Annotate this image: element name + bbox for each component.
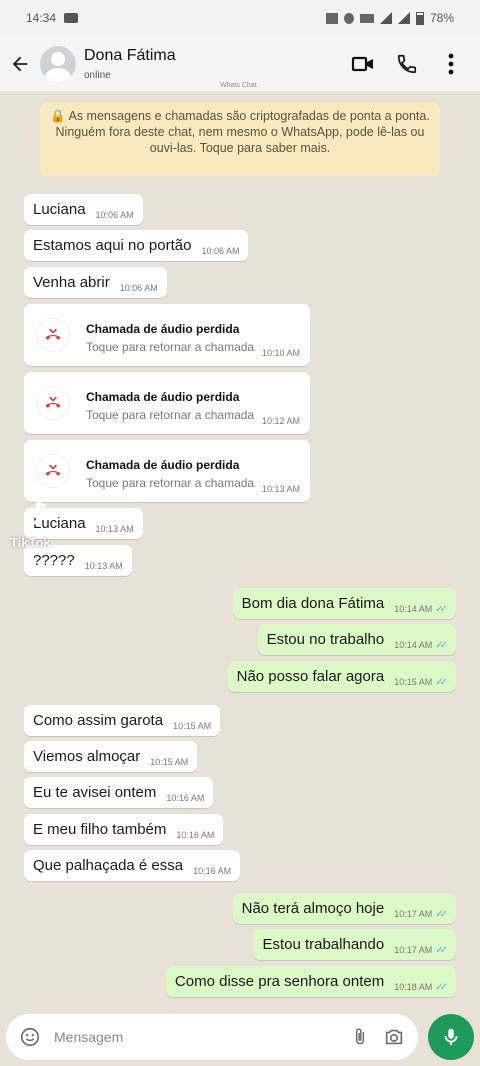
mic-icon[interactable] <box>428 1014 474 1060</box>
message-bubble[interactable]: Que palhaçada é essa 10:16 AM <box>24 850 241 881</box>
message-bubble[interactable]: Como assim garota 10:15 AM <box>24 705 221 736</box>
message-bubble[interactable]: Luciana 10:06 AM <box>24 194 143 225</box>
message-text: Luciana <box>33 201 86 218</box>
call-title: Chamada de áudio perdida <box>86 322 240 336</box>
message-time: 10:16 AM <box>193 866 232 876</box>
screen-record-icon <box>64 13 79 23</box>
emoji-icon[interactable] <box>18 1025 42 1049</box>
message-text: Que palhaçada é essa <box>33 857 184 874</box>
message-time: 10:06 AM <box>119 283 158 293</box>
message-bubble[interactable]: Viemos almoçar 10:15 AM <box>24 741 198 772</box>
message-time: 10:06 AM <box>95 210 134 220</box>
tiktok-label: TikTok <box>10 535 51 550</box>
read-receipt-icon: ✓✓ <box>435 908 448 920</box>
call-title: Chamada de áudio perdida <box>86 390 240 404</box>
tiktok-logo-icon <box>26 499 47 525</box>
attach-icon[interactable] <box>348 1025 372 1049</box>
message-text: Venha abrir <box>33 274 110 291</box>
contact-status: online <box>84 69 111 81</box>
call-subtitle: Toque para retornar a chamada <box>86 340 255 354</box>
status-time: 14:34 <box>26 11 57 25</box>
missed-call-icon <box>36 454 70 488</box>
message-time: 10:17 AM <box>394 909 433 919</box>
call-subtitle: Toque para retornar a chamada <box>86 408 255 422</box>
read-receipt-icon: ✓✓ <box>435 676 448 688</box>
message-bubble[interactable]: Não posso falar agora 10:15 AM ✓✓ <box>227 661 456 692</box>
message-time: 10:14 AM <box>394 604 433 614</box>
call-time: 10:12 AM <box>261 416 300 426</box>
battery-level: 78% <box>429 11 454 25</box>
message-bubble[interactable]: Venha abrir 10:06 AM <box>24 267 167 298</box>
message-text: Não terá almoço hoje <box>241 900 385 917</box>
message-text: Viemos almoçar <box>33 748 141 765</box>
missed-call-card[interactable]: Chamada de áudio perdida Toque para reto… <box>24 304 310 366</box>
cast-icon <box>325 12 338 24</box>
status-icons: 78% <box>325 11 454 25</box>
message-text: Estou trabalhando <box>262 936 385 953</box>
message-bubble[interactable]: E meu filho também 10:16 AM <box>24 814 224 845</box>
lte-icon <box>359 13 374 23</box>
message-text: Estamos aqui no portão <box>33 237 192 254</box>
message-time: 10:14 AM <box>394 640 433 650</box>
signal-icon <box>379 12 392 24</box>
message-time: 10:06 AM <box>201 246 240 256</box>
contact-name: Dona Fátima <box>84 46 176 64</box>
message-input[interactable]: Mensagem <box>54 1029 338 1045</box>
message-bubble[interactable]: Estamos aqui no portão 10:06 AM <box>24 230 249 261</box>
message-text: Bom dia dona Fátima <box>241 595 385 612</box>
missed-call-icon <box>36 386 70 420</box>
encryption-notice[interactable]: 🔒 As mensagens e chamadas são criptograf… <box>40 102 440 176</box>
message-text: E meu filho também <box>33 821 167 838</box>
video-call-icon[interactable] <box>350 51 376 77</box>
message-time: 10:13 AM <box>95 524 134 534</box>
status-bar: 14:34 78% <box>0 0 480 36</box>
battery-icon <box>415 11 424 25</box>
message-time: 10:15 AM <box>394 677 433 687</box>
read-receipt-icon: ✓✓ <box>435 981 448 993</box>
signal-icon-2 <box>397 12 410 24</box>
camera-icon[interactable] <box>382 1025 406 1049</box>
message-text: ????? <box>33 552 75 569</box>
message-time: 10:17 AM <box>394 945 433 955</box>
missed-call-card[interactable]: Chamada de áudio perdida Toque para reto… <box>24 440 310 502</box>
vibrate-icon <box>343 12 354 24</box>
message-time: 10:18 AM <box>394 982 433 992</box>
missed-call-card[interactable]: Chamada de áudio perdida Toque para reto… <box>24 372 310 434</box>
back-arrow-icon[interactable] <box>0 36 40 92</box>
message-text: Não posso falar agora <box>236 668 385 685</box>
message-bubble[interactable]: Bom dia dona Fátima 10:14 AM ✓✓ <box>232 588 456 619</box>
read-receipt-icon: ✓✓ <box>435 603 448 615</box>
message-text: Como disse pra senhora ontem <box>174 973 385 990</box>
message-time: 10:13 AM <box>84 561 123 571</box>
call-time: 10:13 AM <box>261 484 300 494</box>
watermark-text: Whats Chat <box>220 82 257 89</box>
message-composer: Mensagem <box>6 1014 418 1060</box>
message-text: Eu te avisei ontem <box>33 784 157 801</box>
missed-call-icon <box>36 318 70 352</box>
message-bubble[interactable]: Eu te avisei ontem 10:16 AM <box>24 777 214 808</box>
header-actions <box>350 51 464 77</box>
message-bubble[interactable]: Não terá almoço hoje 10:17 AM ✓✓ <box>232 893 456 924</box>
message-text: Estou no trabalho <box>266 631 385 648</box>
read-receipt-icon: ✓✓ <box>435 639 448 651</box>
message-bubble[interactable]: Estou trabalhando 10:17 AM ✓✓ <box>253 929 456 960</box>
message-time: 10:16 AM <box>176 830 215 840</box>
read-receipt-icon: ✓✓ <box>435 944 448 956</box>
call-subtitle: Toque para retornar a chamada <box>86 476 255 490</box>
message-time: 10:15 AM <box>173 721 212 731</box>
call-time: 10:10 AM <box>261 348 300 358</box>
contact-info[interactable]: Dona Fátima online <box>84 47 176 81</box>
more-options-icon[interactable] <box>438 51 464 77</box>
message-time: 10:15 AM <box>150 757 189 767</box>
phone-icon[interactable] <box>394 51 420 77</box>
avatar[interactable] <box>40 45 76 82</box>
tiktok-watermark: TikTok <box>10 498 70 550</box>
message-bubble[interactable]: Estou no trabalho 10:14 AM ✓✓ <box>257 624 456 655</box>
message-bubble[interactable]: Como disse pra senhora ontem 10:18 AM ✓✓ <box>165 966 456 997</box>
message-text: Como assim garota <box>33 712 164 729</box>
call-title: Chamada de áudio perdida <box>86 458 240 472</box>
message-time: 10:16 AM <box>166 793 205 803</box>
